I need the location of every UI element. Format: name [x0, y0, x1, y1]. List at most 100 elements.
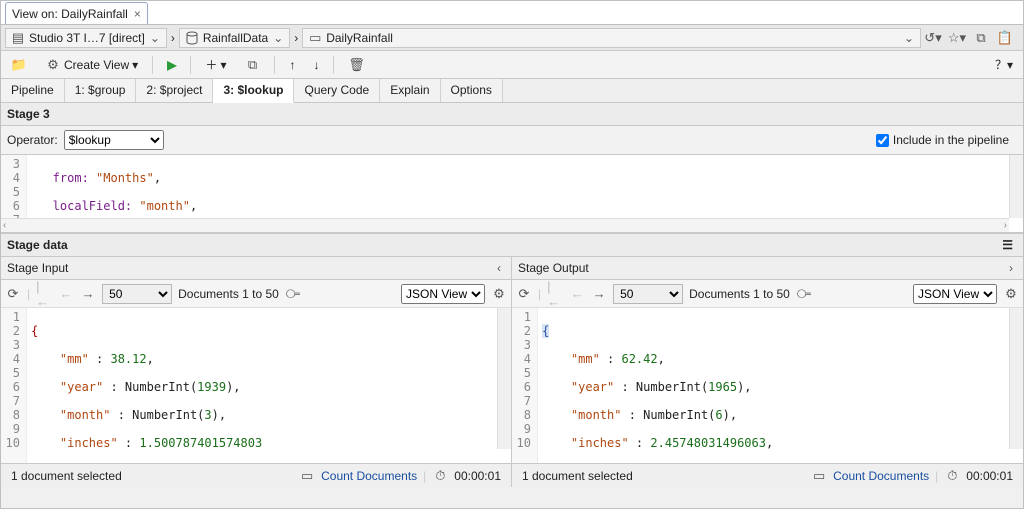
stage-input-header: Stage Input ‹ — [1, 257, 511, 280]
stage-output-panel: Stage Output › ⟳ | |← ← → 50 Documents 1… — [512, 257, 1023, 463]
t: 38.12 — [110, 352, 146, 366]
move-up-button[interactable]: ↑ — [285, 56, 299, 74]
include-pipeline-checkbox[interactable]: Include in the pipeline — [876, 133, 1017, 147]
view-mode-select[interactable]: JSON View — [401, 284, 485, 304]
include-checkbox-input[interactable] — [876, 134, 889, 147]
stage-editor[interactable]: 3 4 5 6 7 from: "Months", localField: "m… — [1, 155, 1023, 233]
breadcrumb-sep: › — [294, 31, 298, 45]
chevron-down-icon[interactable]: ⌄ — [271, 31, 285, 45]
duplicate-button[interactable]: ⧉ — [240, 55, 264, 75]
count-icon: ▭ — [811, 468, 827, 484]
separator — [333, 56, 334, 74]
stopwatch-icon: ⏱ — [944, 468, 960, 484]
breadcrumb-database[interactable]: RainfallData ⌄ — [179, 28, 290, 48]
stage-output-toolbar: ⟳ | |← ← → 50 Documents 1 to 50 ⧃ JSON V… — [512, 280, 1023, 308]
open-folder-button[interactable]: 📁 — [7, 55, 31, 75]
collapse-right-icon[interactable]: › — [1005, 261, 1017, 275]
t: , — [658, 352, 665, 366]
code-key: from: — [31, 171, 96, 185]
t: 2.45748031496063 — [650, 436, 766, 450]
tab-pipeline[interactable]: Pipeline — [1, 79, 65, 102]
t: , — [147, 352, 154, 366]
input-scrollbar-v[interactable] — [497, 308, 511, 449]
add-button[interactable]: ＋▾ — [201, 54, 230, 75]
history-icon[interactable]: ↺▾ — [925, 30, 941, 46]
first-page-icon[interactable]: |← — [36, 286, 52, 302]
tab-query-code[interactable]: Query Code — [294, 79, 380, 102]
layout-toggle-icon[interactable]: ☰ — [1002, 238, 1017, 252]
breadcrumb-connection[interactable]: ▤ Studio 3T I…7 [direct] ⌄ — [5, 28, 167, 48]
help-icon: ？▾ — [995, 56, 1013, 73]
t: 6 — [715, 408, 722, 422]
view-mode-select[interactable]: JSON View — [913, 284, 997, 304]
tab-stage-2[interactable]: 2: $project — [136, 79, 213, 102]
refresh-icon[interactable]: ⟳ — [5, 286, 21, 302]
code-str: "month" — [139, 199, 190, 213]
t: , — [766, 436, 773, 450]
paste-icon[interactable]: 📋 — [997, 30, 1013, 46]
next-page-icon[interactable]: → — [80, 286, 96, 302]
first-page-icon[interactable]: |← — [547, 286, 563, 302]
operator-select[interactable]: $lookup — [64, 130, 164, 150]
move-down-button[interactable]: ↓ — [309, 56, 323, 74]
plus-icon: ＋ — [205, 56, 217, 73]
stage-output-code[interactable]: 12345678910 { "mm" : 62.42, "year" : Num… — [512, 308, 1023, 463]
input-status-text: 1 document selected — [11, 469, 122, 483]
create-view-button[interactable]: ⚙ Create View ▾ — [41, 55, 142, 75]
search-docs-icon[interactable]: ⧃ — [796, 286, 812, 302]
tab-explain[interactable]: Explain — [380, 79, 440, 102]
output-scrollbar-v[interactable] — [1009, 308, 1023, 449]
line-no: 6 — [512, 380, 531, 394]
bottom-status-row: 1 document selected ▭ Count Documents | … — [1, 463, 1023, 487]
page-size-select[interactable]: 50 — [102, 284, 172, 304]
t: ), — [212, 408, 226, 422]
close-icon[interactable]: × — [134, 7, 141, 21]
output-status-bar: 1 document selected ▭ Count Documents | … — [512, 464, 1023, 487]
t: 62.42 — [621, 352, 657, 366]
collapse-left-icon[interactable]: ‹ — [493, 261, 505, 275]
stage-input-panel: Stage Input ‹ ⟳ | |← ← → 50 Documents 1 … — [1, 257, 512, 463]
create-view-label: Create View — [64, 58, 129, 72]
next-page-icon[interactable]: → — [591, 286, 607, 302]
refresh-icon[interactable]: ⟳ — [516, 286, 532, 302]
code-key: localField: — [31, 199, 139, 213]
stage-input-code[interactable]: 12345678910 { "mm" : 38.12, "year" : Num… — [1, 308, 511, 463]
count-documents-link[interactable]: Count Documents — [833, 469, 929, 483]
stopwatch-icon: ⏱ — [432, 468, 448, 484]
editor-scrollbar-v[interactable] — [1009, 155, 1023, 218]
page-size-select[interactable]: 50 — [613, 284, 683, 304]
tab-stage-1[interactable]: 1: $group — [65, 79, 137, 102]
output-code-body[interactable]: { "mm" : 62.42, "year" : NumberInt(1965)… — [538, 308, 1023, 463]
line-no: 7 — [1, 394, 20, 408]
breadcrumb: ▤ Studio 3T I…7 [direct] ⌄ › RainfallDat… — [1, 25, 1023, 51]
delete-button[interactable]: 🗑 — [344, 55, 368, 75]
gear-icon[interactable]: ⚙ — [1003, 286, 1019, 302]
editor-scrollbar-h[interactable]: ‹› — [1, 218, 1009, 232]
line-no: 5 — [1, 185, 20, 199]
file-tab[interactable]: View on: DailyRainfall × — [5, 2, 148, 24]
prev-page-icon[interactable]: ← — [58, 286, 74, 302]
star-icon[interactable]: ☆▾ — [949, 30, 965, 46]
search-docs-icon[interactable]: ⧃ — [285, 286, 301, 302]
t: "year" — [31, 380, 103, 394]
chevron-down-icon[interactable]: ⌄ — [148, 31, 162, 45]
server-icon: ▤ — [10, 30, 26, 46]
gear-icon[interactable]: ⚙ — [491, 286, 507, 302]
input-elapsed-time: 00:00:01 — [454, 469, 501, 483]
input-code-body[interactable]: { "mm" : 38.12, "year" : NumberInt(1939)… — [27, 308, 511, 463]
chevron-down-icon[interactable]: ⌄ — [902, 31, 916, 45]
output-status-text: 1 document selected — [522, 469, 633, 483]
count-documents-link[interactable]: Count Documents — [321, 469, 417, 483]
prev-page-icon[interactable]: ← — [569, 286, 585, 302]
tab-options[interactable]: Options — [441, 79, 503, 102]
database-icon — [184, 30, 200, 46]
breadcrumb-collection[interactable]: ▭ DailyRainfall ⌄ — [302, 28, 921, 48]
t: "mm" — [542, 352, 600, 366]
line-no: 9 — [1, 422, 20, 436]
copy-icon[interactable]: ⧉ — [973, 30, 989, 46]
run-button[interactable]: ▶ — [163, 56, 180, 74]
tab-stage-3[interactable]: 3: $lookup — [213, 79, 294, 103]
t: { — [542, 324, 549, 338]
help-button[interactable]: ？▾ — [991, 54, 1017, 75]
line-no: 3 — [1, 157, 20, 171]
